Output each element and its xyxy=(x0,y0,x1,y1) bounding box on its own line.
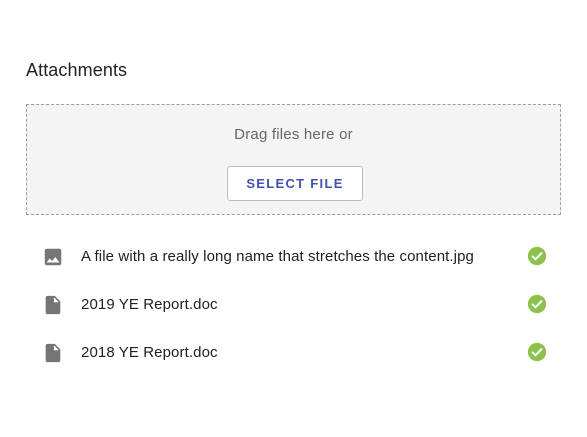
attachment-name: 2018 YE Report.doc xyxy=(81,344,218,361)
check-circle-icon xyxy=(526,245,548,267)
attachment-item: 2019 YE Report.doc xyxy=(26,280,561,328)
attachments-title: Attachments xyxy=(26,60,128,80)
document-icon xyxy=(42,342,64,364)
attachment-item: A file with a really long name that stre… xyxy=(26,232,561,280)
attachment-name: A file with a really long name that stre… xyxy=(81,248,474,265)
check-circle-icon xyxy=(526,293,548,315)
document-icon xyxy=(42,294,64,316)
file-dropzone[interactable]: Drag files here or SELECT FILE xyxy=(26,104,561,215)
attachment-list: A file with a really long name that stre… xyxy=(26,232,561,376)
dropzone-hint: Drag files here or xyxy=(234,126,353,143)
select-file-button[interactable]: SELECT FILE xyxy=(227,166,363,201)
attachment-item: 2018 YE Report.doc xyxy=(26,328,561,376)
image-icon xyxy=(42,246,64,268)
check-circle-icon xyxy=(526,341,548,363)
attachment-name: 2019 YE Report.doc xyxy=(81,296,218,313)
